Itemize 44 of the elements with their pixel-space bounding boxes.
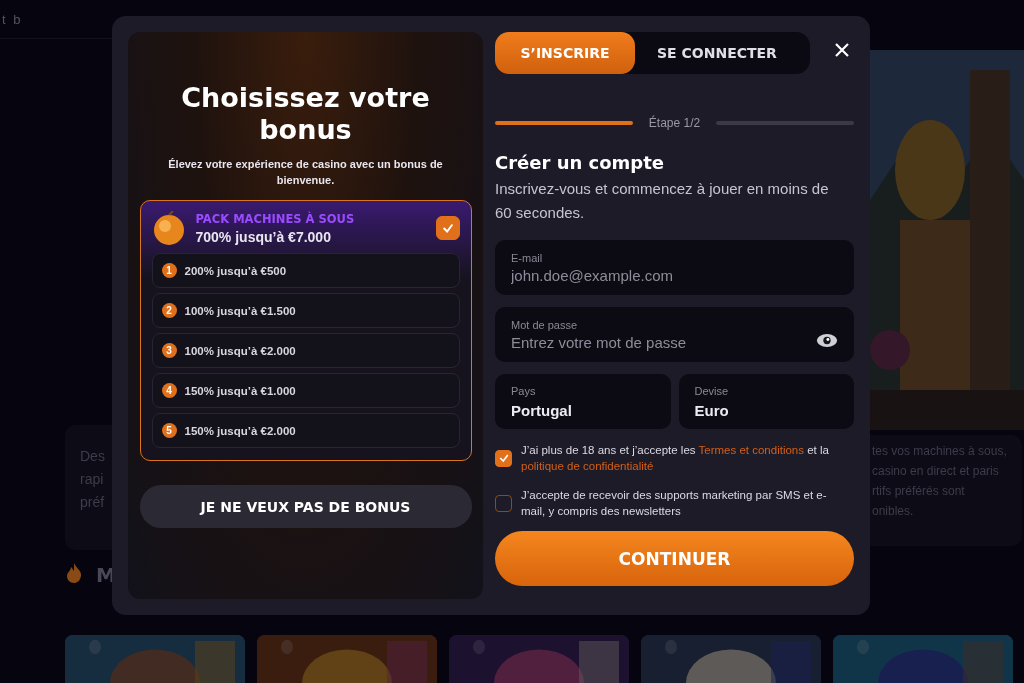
email-input[interactable]: john.doe@example.com [511, 263, 838, 284]
bonus-pack-card[interactable]: PACK MACHINES À SOUS 700% jusqu’à €7.000 1 200% jusqu’à €500 2 100% jusqu’à €1.500 3 100% jusqu’à €2.000 4 150% jusqu’à €1.000 5 150% jusqu’à €2.000 [139, 200, 472, 461]
form-title: Créer un compte [495, 152, 666, 173]
step-number: 5 [161, 423, 177, 438]
step-text: 200% jusqu’à €500 [184, 264, 287, 277]
bonus-title: Choisissez votre bonus [180, 82, 431, 146]
link[interactable]: Termes et conditions [698, 444, 804, 456]
select-field[interactable]: Pays Portugal [495, 374, 671, 429]
tab[interactable]: S’INSCRIRE [495, 32, 635, 74]
bonus-subtitle: Élevez votre expérience de casino avec un bonus de bienvenue. [167, 157, 444, 188]
fruit-icon [151, 211, 186, 245]
close-icon [834, 42, 850, 58]
form-intro: Inscrivez-vous et commencez à jouer en moins de 60 secondes. [495, 179, 830, 223]
tab[interactable]: SE CONNECTER [635, 32, 799, 74]
consent-text: J’accepte de recevoir des supports marketing par SMS et e-mail, y compris des newsletters [521, 488, 828, 519]
checkbox[interactable] [495, 449, 512, 467]
step-text: 150% jusqu’à €1.000 [184, 384, 296, 397]
step-label: Étape 1/2 [648, 116, 701, 130]
eye-icon[interactable] [816, 333, 838, 348]
no-bonus-button[interactable]: JE NE VEUX PAS DE BONUS [139, 485, 472, 528]
pack-amount: 700% jusqu’à €7.000 [195, 228, 332, 245]
consent-text: J’ai plus de 18 ans et j’accepte les Termes et conditions et la politique de confidentialité [521, 443, 830, 474]
pack-name: PACK MACHINES À SOUS [195, 211, 356, 226]
field-label: E-mail [511, 251, 544, 264]
checkbox[interactable] [495, 494, 512, 512]
password-input[interactable]: Entrez votre mot de passe [511, 330, 816, 351]
step-text: 100% jusqu’à €2.000 [184, 344, 296, 357]
link[interactable]: politique de confidentialité [521, 460, 654, 472]
email-field[interactable]: E-mail john.doe@example.com [495, 240, 854, 295]
select-field[interactable]: Devise Euro [678, 374, 854, 429]
step-number: 1 [161, 263, 177, 278]
header-text: t b [1, 11, 23, 27]
step-text: 150% jusqu’à €2.000 [184, 424, 296, 437]
checkbox[interactable] [435, 216, 460, 240]
step-number: 4 [161, 383, 177, 398]
step-number: 2 [161, 303, 177, 318]
step-text: 100% jusqu’à €1.500 [184, 304, 296, 317]
check-icon [440, 221, 455, 235]
continue-button[interactable]: CONTINUER [495, 531, 854, 586]
check-icon [497, 452, 510, 464]
flame-icon [66, 563, 82, 583]
field-label: Mot de passe [511, 318, 579, 331]
step-number: 3 [161, 343, 177, 358]
password-field[interactable]: Mot de passe Entrez votre mot de passe [495, 307, 854, 362]
